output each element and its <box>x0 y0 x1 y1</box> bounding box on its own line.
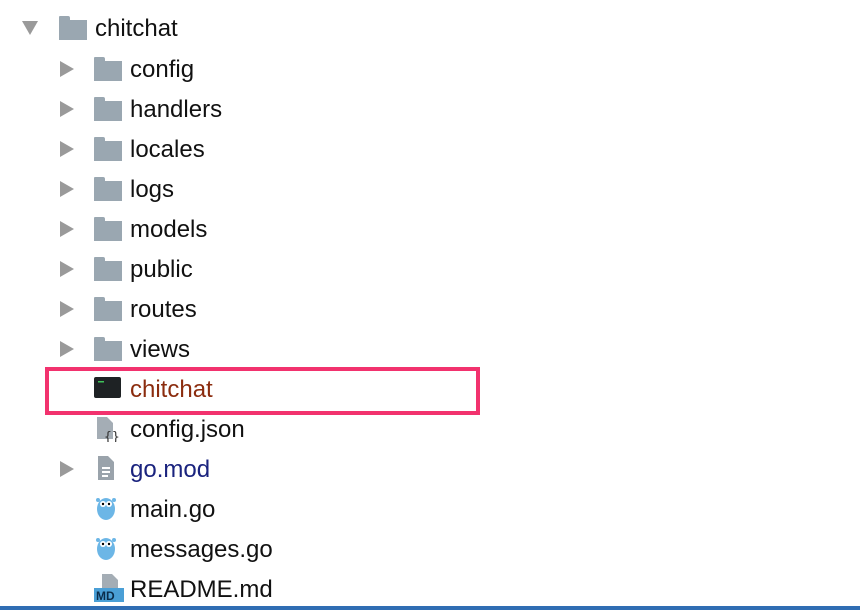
tree-item-logs[interactable]: logs <box>0 169 860 209</box>
tree-item-public[interactable]: public <box>0 249 860 289</box>
expand-arrow-icon[interactable] <box>60 301 74 317</box>
tree-item-label: chitchat <box>95 15 178 42</box>
expand-arrow-icon[interactable] <box>60 461 74 477</box>
tree-item-label: config <box>130 56 195 83</box>
tree-item-models[interactable]: models <box>0 209 860 249</box>
gopher-icon <box>94 534 122 560</box>
gopher-icon <box>94 494 122 520</box>
expand-arrow-icon[interactable] <box>60 261 74 277</box>
folder-icon <box>94 255 122 281</box>
highlight-box <box>45 367 480 415</box>
tree-item-main-go[interactable]: main.go <box>0 489 860 529</box>
folder-shape <box>94 97 122 121</box>
tree-item-go-mod[interactable]: go.mod <box>0 449 860 489</box>
expand-arrow-icon[interactable] <box>60 341 74 357</box>
tree-item-config-json[interactable]: {} config.json <box>0 409 860 449</box>
tree-item-label: routes <box>130 296 197 323</box>
tree-item-locales[interactable]: locales <box>0 129 860 169</box>
tree-item-label: go.mod <box>130 456 211 483</box>
folder-icon <box>94 335 122 361</box>
tree-item-label: config.json <box>130 416 245 443</box>
folder-shape <box>94 297 122 321</box>
tree-item-handlers[interactable]: handlers <box>0 89 860 129</box>
tree-item-routes[interactable]: routes <box>0 289 860 329</box>
expand-arrow-icon[interactable] <box>60 141 74 157</box>
folder-icon <box>94 215 122 241</box>
folder-shape <box>59 16 87 40</box>
selection-line <box>0 606 860 610</box>
tree-item-label: messages.go <box>130 536 273 563</box>
tree-item-views[interactable]: views <box>0 329 860 369</box>
tree-item-label: public <box>130 256 193 283</box>
folder-icon <box>94 295 122 321</box>
tree-item-readme-md[interactable]: MD README.md <box>0 569 860 609</box>
folder-shape <box>94 137 122 161</box>
tree-item-messages-go[interactable]: messages.go <box>0 529 860 569</box>
text-file-icon <box>94 454 122 480</box>
tree-item-label: logs <box>130 176 175 203</box>
folder-shape <box>94 57 122 81</box>
folder-icon <box>94 175 122 201</box>
tree-item-chitchat-root[interactable]: chitchat <box>0 8 860 48</box>
tree-item-label: handlers <box>130 96 223 123</box>
folder-icon <box>94 55 122 81</box>
svg-text:MD: MD <box>96 589 115 602</box>
folder-shape <box>94 257 122 281</box>
folder-shape <box>94 217 122 241</box>
tree-item-label: main.go <box>130 496 216 523</box>
folder-shape <box>94 337 122 361</box>
folder-icon <box>94 95 122 121</box>
tree-item-label: views <box>130 336 191 363</box>
json-file-icon: {} <box>94 414 122 445</box>
folder-icon <box>94 135 122 161</box>
expand-arrow-icon[interactable] <box>60 221 74 237</box>
collapse-arrow-icon[interactable] <box>22 21 38 35</box>
folder-shape <box>94 177 122 201</box>
folder-icon <box>59 14 87 40</box>
expand-arrow-icon[interactable] <box>60 101 74 117</box>
tree-item-label: models <box>130 216 208 243</box>
tree-item-label: README.md <box>130 576 273 603</box>
svg-text:{}: {} <box>104 430 120 442</box>
expand-arrow-icon[interactable] <box>60 181 74 197</box>
expand-arrow-icon[interactable] <box>60 61 74 77</box>
markdown-file-icon: MD <box>94 574 124 603</box>
tree-item-config[interactable]: config <box>0 49 860 89</box>
tree-item-label: locales <box>130 136 205 163</box>
